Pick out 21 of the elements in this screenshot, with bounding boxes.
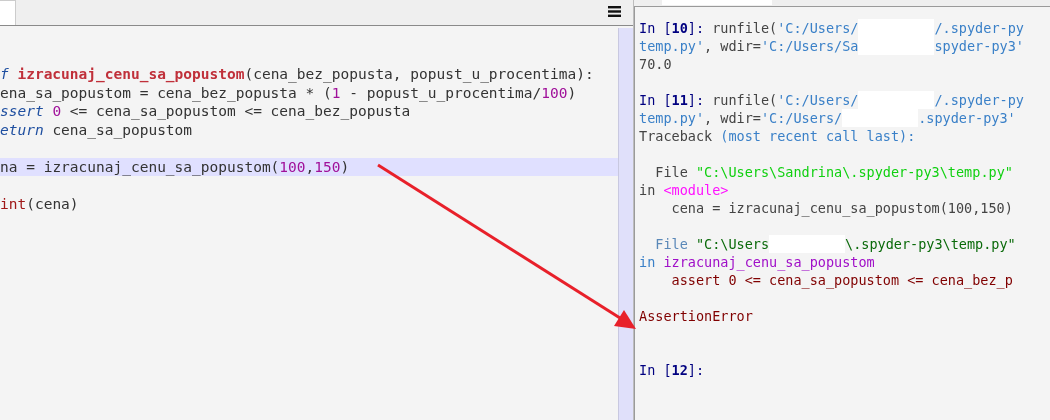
console-line: File "C:\Users \.spyder-py3\temp.py" [654, 235, 1017, 253]
console-line: temp.py', wdir='C:/Users/Sa spyder-py3' [639, 37, 1025, 55]
code-line: ena_sa_popustom = cena_bez_popusta * (1 - popust_u_procentima/100) [0, 83, 578, 102]
console-line: In [11]: runfile('C:/Users/ /.spyder-py [639, 91, 1025, 109]
console-line: 70.0 [639, 55, 673, 73]
scrollbar[interactable] [618, 28, 633, 420]
console-line: AssertionError [639, 307, 754, 325]
menu-icon[interactable] [608, 6, 621, 17]
console-line: in izracunaj_cenu_sa_popustom [639, 253, 876, 271]
code-line: f izracunaj_cenu_sa_popustom(cena_bez_popusta, popust_u_procentima): [0, 65, 595, 84]
console-line: In [10]: runfile('C:/Users/ /.spyder-py [639, 19, 1025, 37]
console-line: File "C:\Users\Sandrina\.spyder-py3\temp.py" [654, 163, 1014, 181]
console-line: temp.py', wdir='C:/Users/ .spyder-py3' [639, 109, 1017, 127]
console-line: Traceback (most recent call last): [639, 127, 917, 145]
code-line: ssert 0 <= cena_sa_popustom <= cena_bez_popusta [0, 102, 412, 121]
console-line: in <module> [639, 181, 730, 199]
console-line: cena = izracunaj_cenu_sa_popustom(100,150) [670, 199, 1014, 217]
code-line: int(cena) [0, 194, 80, 213]
console-line: assert 0 <= cena_sa_popustom <= cena_bez_p [670, 271, 1014, 289]
console-line: In [12]: [639, 361, 706, 379]
code-line: eturn cena_sa_popustom [0, 120, 194, 139]
